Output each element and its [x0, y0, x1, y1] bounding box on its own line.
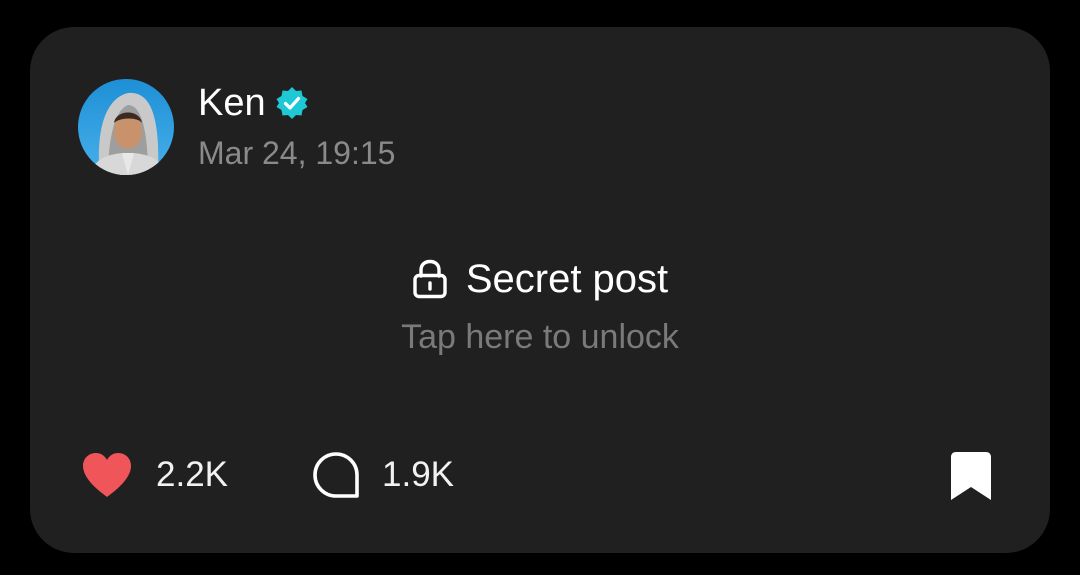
avatar-image [78, 79, 174, 175]
comment-count: 1.9K [382, 455, 454, 494]
post-card[interactable]: Ken Mar 24, 19:15 Secret post Tap here t… [30, 27, 1050, 553]
author-name[interactable]: Ken [198, 81, 266, 125]
comment-bubble-icon [313, 452, 359, 498]
secret-post-area: Secret post [30, 255, 1050, 304]
like-count: 2.2K [156, 455, 228, 494]
author-avatar[interactable] [78, 79, 174, 175]
unlock-hint[interactable]: Tap here to unlock [30, 317, 1050, 357]
secret-post-title-row[interactable]: Secret post [412, 255, 668, 303]
verified-badge-icon [276, 87, 308, 119]
heart-icon [83, 453, 131, 497]
like-button[interactable]: 2.2K [80, 448, 228, 502]
comment-button[interactable]: 1.9K [312, 448, 454, 502]
post-timestamp: Mar 24, 19:15 [198, 135, 396, 171]
lock-icon [413, 259, 447, 299]
bookmark-icon[interactable] [947, 451, 995, 501]
secret-post-title: Secret post [465, 257, 669, 301]
